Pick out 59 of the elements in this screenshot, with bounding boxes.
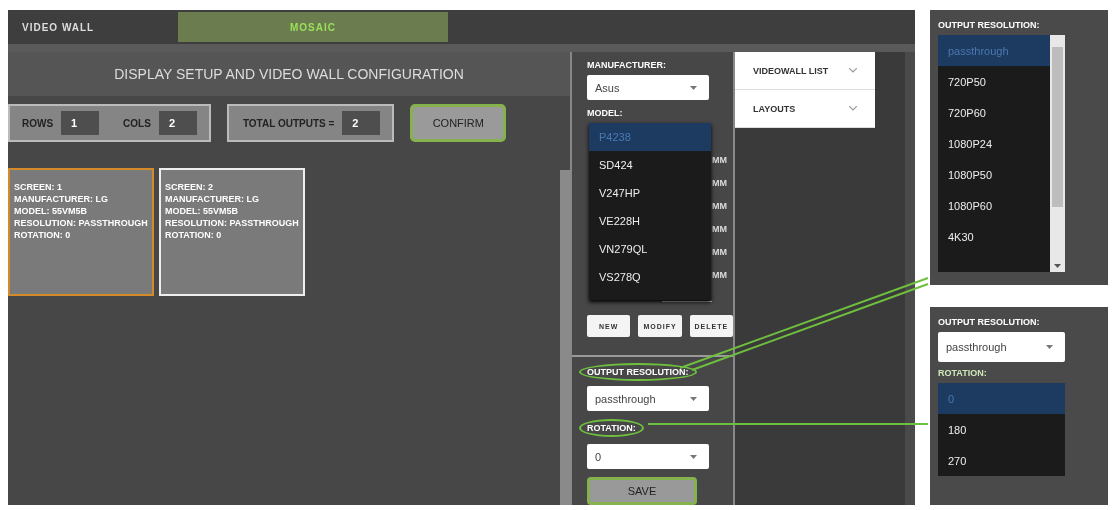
list-text: MM — [712, 224, 727, 234]
dropdown-option[interactable]: VE228H — [589, 207, 711, 235]
panel-title: DISPLAY SETUP AND VIDEO WALL CONFIGURATION — [114, 66, 464, 82]
output-resolution-label: OUTPUT RESOLUTION: — [938, 20, 1041, 30]
screen-info: ROTATION: 0 — [165, 230, 223, 241]
dropdown-option[interactable]: V247HP — [589, 179, 711, 207]
list-text: MM — [712, 178, 727, 188]
model-label: MODEL: — [587, 108, 624, 118]
list-text: MM — [712, 270, 727, 280]
screen-info: RESOLUTION: PASSTHROUGH — [165, 218, 299, 229]
output-resolution-label: OUTPUT RESOLUTION: — [938, 317, 1041, 327]
screen-card[interactable]: SCREEN: 2 MANUFACTURER: LG MODEL: 55VM5B RESOLUTION: PASSTHROUGH ROTATION: 0 — [159, 168, 305, 296]
dropdown-option[interactable]: VS278Q — [589, 263, 711, 291]
rows-field[interactable]: 1 — [61, 111, 100, 135]
screen-info: RESOLUTION: PASSTHROUGH — [14, 218, 148, 229]
rows-label: ROWS — [22, 117, 54, 129]
list-text: MM — [712, 201, 727, 211]
screen-info: MANUFACTURER: LG — [165, 194, 260, 205]
scrollbar[interactable] — [1050, 35, 1065, 272]
dropdown-option[interactable]: 720P50 — [938, 66, 1050, 97]
screen-info: MANUFACTURER: LG — [14, 194, 109, 205]
save-button[interactable]: SAVE — [587, 477, 697, 505]
resolution-select[interactable]: passthrough — [587, 386, 709, 411]
manufacturer-select[interactable]: Asus — [587, 75, 709, 100]
caret-icon — [690, 454, 697, 459]
confirm-button[interactable]: CONFIRM — [410, 104, 507, 142]
screen-info: ROTATION: 0 — [14, 230, 72, 241]
resolution-select[interactable]: passthrough — [938, 332, 1065, 362]
cols-label: COLS — [123, 117, 151, 129]
rotation-label: ROTATION: — [579, 419, 644, 437]
scrollbar[interactable] — [560, 170, 570, 505]
total-outputs-label: TOTAL OUTPUTS = — [242, 117, 335, 129]
caret-icon — [690, 85, 697, 90]
dropdown-option[interactable]: SD424 — [589, 151, 711, 179]
rotation-label: ROTATION: — [938, 368, 988, 378]
total-outputs-field[interactable]: 2 — [342, 111, 381, 135]
screen-info: MODEL: 55VM5B — [14, 206, 88, 217]
dropdown-option[interactable]: 720P60 — [938, 97, 1050, 128]
screen-info: SCREEN: 2 — [165, 182, 214, 193]
caret-icon[interactable] — [1054, 264, 1061, 268]
caret-icon — [1046, 345, 1053, 349]
dropdown-option[interactable]: 180 — [938, 414, 1065, 445]
dropdown-option[interactable]: 1080P50 — [938, 159, 1050, 190]
list-text: MM — [712, 155, 727, 165]
caret-icon — [690, 396, 697, 401]
rotation-select[interactable]: 0 — [587, 444, 709, 469]
tab[interactable]: VIDEO WALL — [8, 10, 178, 44]
screen-info: MODEL: 55VM5B — [165, 206, 239, 217]
list-text: MM — [712, 247, 727, 257]
cols-field[interactable]: 2 — [158, 111, 197, 135]
dropdown-option[interactable]: VN279QL — [589, 235, 711, 263]
screen-card[interactable]: SCREEN: 1 MANUFACTURER: LG MODEL: 55VM5B RESOLUTION: PASSTHROUGH ROTATION: 0 — [8, 168, 154, 296]
manufacturer-label: MANUFACTURER: — [587, 60, 667, 70]
dropdown-option[interactable]: 4K30 — [938, 221, 1050, 252]
dropdown-option[interactable]: 1080P60 — [938, 190, 1050, 221]
screen-info: SCREEN: 1 — [14, 182, 63, 193]
output-resolution-label: OUTPUT RESOLUTION: — [579, 363, 697, 381]
dropdown-option[interactable]: 270 — [938, 445, 1065, 476]
dropdown-option[interactable]: 1080P24 — [938, 128, 1050, 159]
